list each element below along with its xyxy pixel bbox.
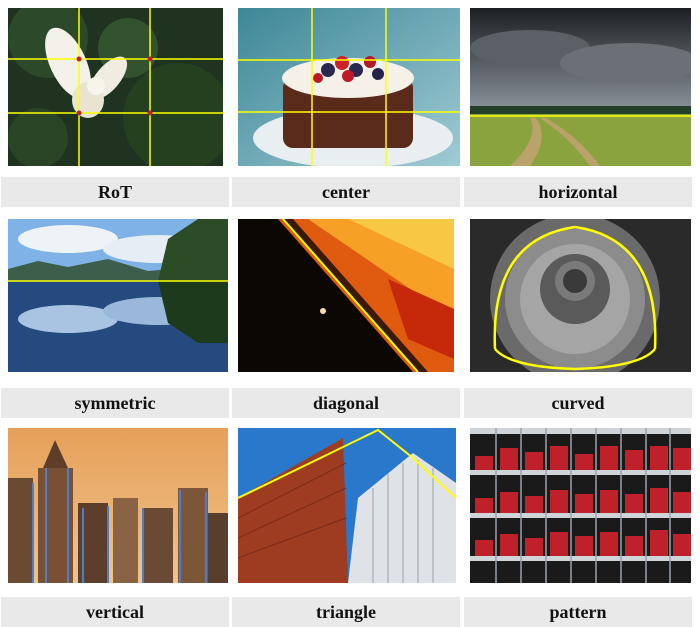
label-bar-horizontal: horizontal: [464, 177, 692, 207]
photo-curved: [470, 219, 691, 372]
photo-horizontal: [470, 8, 691, 166]
label-bar-vertical: vertical: [1, 597, 229, 627]
label-center: center: [322, 181, 370, 202]
skyscraper-image: [238, 428, 456, 583]
balloon-image: [238, 219, 454, 372]
label-diagonal: diagonal: [312, 392, 380, 413]
label-pattern: pattern: [549, 601, 607, 622]
facade-image: [470, 428, 691, 583]
photo-triangle: [238, 428, 456, 583]
photo-symmetric: [8, 219, 228, 372]
label-rot: RoT: [97, 181, 132, 202]
field-image: [470, 8, 691, 166]
label-vertical: vertical: [86, 601, 144, 622]
label-symmetric: symmetric: [74, 392, 156, 413]
lake-image: [8, 219, 228, 372]
photo-center: [238, 8, 460, 166]
label-bar-rot: RoT: [1, 177, 229, 207]
label-triangle: triangle: [316, 601, 376, 622]
photo-vertical: [8, 428, 228, 583]
photo-diagonal: [238, 219, 454, 372]
label-bar-center: center: [232, 177, 460, 207]
photo-rot: [8, 8, 223, 166]
label-bar-curved: curved: [464, 388, 692, 418]
label-bar-pattern: pattern: [464, 597, 692, 627]
label-curved: curved: [551, 392, 605, 413]
cake-image: [238, 8, 460, 166]
dome-image: [470, 219, 691, 372]
city-image: [8, 428, 228, 583]
label-horizontal: horizontal: [538, 181, 618, 202]
label-bar-symmetric: symmetric: [1, 388, 229, 418]
label-bar-diagonal: diagonal: [232, 388, 460, 418]
owl-image: [8, 8, 223, 166]
label-bar-triangle: triangle: [232, 597, 460, 627]
photo-pattern: [470, 428, 691, 583]
